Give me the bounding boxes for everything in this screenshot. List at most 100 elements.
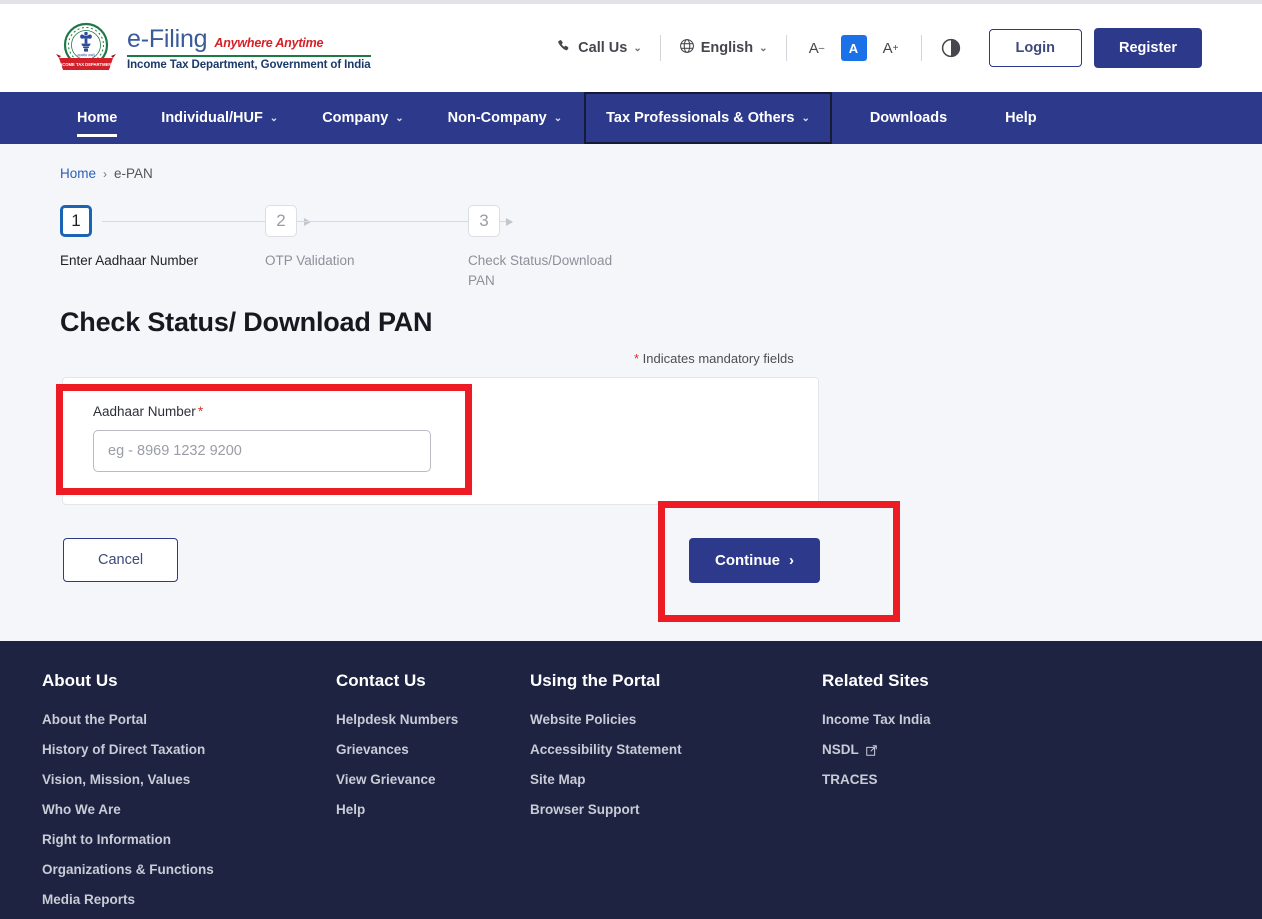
step-label: OTP Validation bbox=[265, 253, 355, 268]
footer-link-external[interactable]: NSDL bbox=[822, 742, 1062, 757]
brand-title: e-Filing bbox=[127, 25, 208, 53]
main-navigation: Home Individual/HUF ⌄ Company ⌄ Non-Comp… bbox=[0, 92, 1262, 144]
footer-column-title: Using the Portal bbox=[530, 671, 661, 690]
nav-item-tax-professionals-others[interactable]: Tax Professionals & Others ⌄ bbox=[584, 92, 832, 144]
external-link-icon bbox=[865, 744, 877, 756]
header-utility-bar: Call Us ⌄ English ⌄ A – A A + Login Regi… bbox=[544, 28, 1202, 68]
chevron-down-icon: ⌄ bbox=[395, 112, 404, 124]
chevron-down-icon: ⌄ bbox=[759, 42, 768, 54]
site-footer: About Us About the Portal History of Dir… bbox=[0, 641, 1262, 919]
language-label: English bbox=[700, 40, 754, 56]
step-number-badge: 1 bbox=[60, 205, 92, 237]
font-increase-button[interactable]: A + bbox=[878, 35, 904, 61]
footer-link[interactable]: Who We Are bbox=[42, 802, 336, 817]
chevron-down-icon: ⌄ bbox=[269, 112, 279, 124]
nav-label: Help bbox=[1005, 110, 1037, 126]
footer-link[interactable]: Help bbox=[336, 802, 530, 817]
brand-subtitle: Income Tax Department, Government of Ind… bbox=[127, 59, 371, 71]
footer-link[interactable]: Organizations & Functions bbox=[42, 862, 336, 877]
breadcrumb-home-link[interactable]: Home bbox=[60, 166, 96, 181]
footer-column-title: Contact Us bbox=[336, 671, 426, 690]
brand-divider bbox=[127, 55, 371, 57]
svg-text:INCOME TAX DEPARTMENT: INCOME TAX DEPARTMENT bbox=[58, 62, 114, 67]
stepper-step-2[interactable]: 2 OTP Validation bbox=[265, 205, 435, 271]
footer-link-label: NSDL bbox=[822, 742, 859, 757]
chevron-down-icon: ⌄ bbox=[801, 112, 810, 124]
stepper-step-1[interactable]: 1 Enter Aadhaar Number bbox=[60, 205, 250, 271]
cancel-button[interactable]: Cancel bbox=[63, 538, 179, 582]
footer-column-related-sites: Related Sites Income Tax India NSDL TRAC… bbox=[822, 671, 1062, 919]
footer-link[interactable]: Grievances bbox=[336, 742, 530, 757]
font-normal-button[interactable]: A bbox=[840, 35, 867, 61]
footer-link[interactable]: TRACES bbox=[822, 772, 1062, 787]
footer-link[interactable]: Site Map bbox=[530, 772, 822, 787]
breadcrumb-current: e-PAN bbox=[114, 166, 153, 181]
brand-tagline: Anywhere Anytime bbox=[214, 36, 324, 50]
svg-text:सत्यमेव जयते: सत्यमेव जयते bbox=[77, 52, 95, 57]
page-root: सत्यमेव जयते INCOME TAX DEPARTMENT e-Fil… bbox=[0, 0, 1262, 919]
font-decrease-sup: – bbox=[818, 42, 825, 54]
mandatory-fields-note: * Indicates mandatory fields bbox=[634, 351, 794, 366]
nav-label: Individual/HUF bbox=[161, 110, 263, 126]
nav-item-individual-huf[interactable]: Individual/HUF ⌄ bbox=[139, 92, 300, 144]
footer-link[interactable]: Vision, Mission, Values bbox=[42, 772, 336, 787]
nav-item-non-company[interactable]: Non-Company ⌄ bbox=[426, 92, 584, 144]
font-decrease-button[interactable]: A – bbox=[804, 35, 830, 61]
nav-item-home[interactable]: Home bbox=[55, 92, 139, 144]
aadhaar-label-text: Aadhaar Number bbox=[93, 404, 196, 419]
aadhaar-number-input[interactable] bbox=[93, 430, 431, 472]
chevron-down-icon: ⌄ bbox=[553, 112, 563, 124]
brand-logo[interactable]: सत्यमेव जयते INCOME TAX DEPARTMENT e-Fil… bbox=[55, 20, 371, 76]
nav-item-downloads[interactable]: Downloads bbox=[832, 92, 969, 144]
brand-text: e-Filing Anywhere Anytime Income Tax Dep… bbox=[127, 25, 371, 71]
nav-item-company[interactable]: Company ⌄ bbox=[300, 92, 425, 144]
globe-icon bbox=[679, 38, 695, 58]
footer-column-using-the-portal: Using the Portal Website Policies Access… bbox=[530, 671, 822, 919]
contrast-icon bbox=[941, 38, 961, 58]
step-label: Enter Aadhaar Number bbox=[60, 253, 199, 268]
progress-stepper: 1 Enter Aadhaar Number 2 OTP Validation … bbox=[60, 205, 700, 288]
footer-column-about-us: About Us About the Portal History of Dir… bbox=[42, 671, 336, 919]
aadhaar-field-group: Aadhaar Number * bbox=[63, 378, 818, 472]
call-us-menu[interactable]: Call Us ⌄ bbox=[544, 39, 655, 58]
footer-link[interactable]: Helpdesk Numbers bbox=[336, 712, 530, 727]
india-emblem-icon: सत्यमेव जयते INCOME TAX DEPARTMENT bbox=[55, 20, 117, 76]
font-increase-label: A bbox=[882, 39, 893, 57]
nav-label: Home bbox=[77, 110, 118, 126]
language-menu[interactable]: English ⌄ bbox=[666, 38, 781, 58]
footer-link[interactable]: Income Tax India bbox=[822, 712, 1062, 727]
site-header: सत्यमेव जयते INCOME TAX DEPARTMENT e-Fil… bbox=[0, 4, 1262, 92]
mandatory-text: Indicates mandatory fields bbox=[639, 351, 794, 366]
continue-label: Continue bbox=[715, 552, 780, 569]
login-button[interactable]: Login bbox=[988, 29, 1082, 67]
footer-column-contact-us: Contact Us Helpdesk Numbers Grievances V… bbox=[336, 671, 530, 919]
aadhaar-form-card: Aadhaar Number * bbox=[62, 377, 819, 505]
footer-column-title: About Us bbox=[42, 671, 118, 690]
chevron-down-icon: ⌄ bbox=[633, 42, 642, 54]
aadhaar-field-label: Aadhaar Number * bbox=[93, 404, 818, 419]
footer-link[interactable]: Accessibility Statement bbox=[530, 742, 822, 757]
footer-link[interactable]: Browser Support bbox=[530, 802, 822, 817]
nav-item-help[interactable]: Help bbox=[969, 92, 1058, 144]
font-normal-label: A bbox=[848, 40, 859, 56]
step-number-badge: 2 bbox=[265, 205, 297, 237]
footer-link[interactable]: Media Reports bbox=[42, 892, 336, 907]
contrast-toggle[interactable] bbox=[927, 38, 975, 58]
stepper-step-3[interactable]: 3 Check Status/Download PAN bbox=[468, 205, 633, 291]
chevron-right-icon: › bbox=[789, 552, 794, 569]
header-divider bbox=[785, 35, 787, 61]
footer-link[interactable]: About the Portal bbox=[42, 712, 336, 727]
phone-icon bbox=[557, 39, 572, 58]
footer-link[interactable]: View Grievance bbox=[336, 772, 530, 787]
footer-link[interactable]: Right to Information bbox=[42, 832, 336, 847]
header-divider bbox=[659, 35, 661, 61]
footer-link[interactable]: Website Policies bbox=[530, 712, 822, 727]
required-star: * bbox=[197, 404, 204, 419]
footer-link[interactable]: History of Direct Taxation bbox=[42, 742, 336, 757]
header-divider bbox=[920, 35, 922, 61]
continue-button[interactable]: Continue › bbox=[689, 538, 820, 583]
register-button[interactable]: Register bbox=[1093, 28, 1202, 68]
breadcrumb-separator-icon: › bbox=[103, 166, 108, 181]
step-label: Check Status/Download PAN bbox=[468, 253, 613, 288]
footer-column-title: Related Sites bbox=[822, 671, 929, 690]
